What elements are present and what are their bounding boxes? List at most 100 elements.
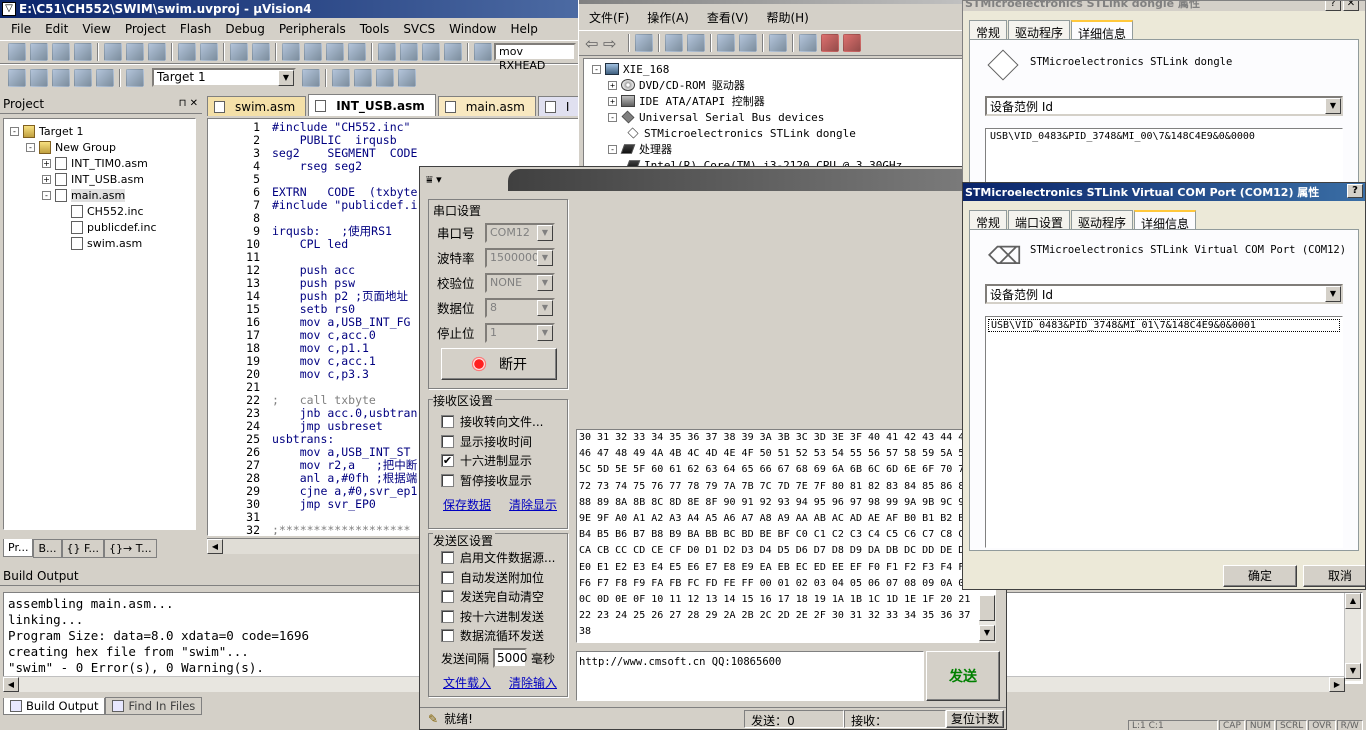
option-checkbox[interactable]: 启用文件数据源... [441,548,555,568]
editor-tab[interactable]: main.asm [437,96,536,116]
menu-edit[interactable]: Edit [38,22,75,36]
editor-tab[interactable]: I [537,96,581,116]
prop2-value[interactable]: USB\VID_0483&PID_3748&MI_01\7&148C4E9&0&… [988,319,1340,332]
option-checkbox[interactable]: 显示接收时间 [441,432,543,452]
cut-icon[interactable] [104,43,122,61]
tree-item[interactable]: swim.asm [4,235,195,251]
menu-flash[interactable]: Flash [173,22,218,36]
device-tree-item[interactable]: STMicroelectronics STLink dongle [592,125,962,141]
editor-tab[interactable]: INT_USB.asm [308,94,436,116]
scroll-down-arrow[interactable]: ▼ [979,625,995,641]
expand-icon[interactable]: + [42,174,51,184]
up-icon[interactable] [635,34,653,52]
scroll-down-arrow[interactable]: ▼ [1345,663,1361,679]
scroll-up-arrow[interactable]: ▲ [1345,593,1361,609]
panel-tab[interactable]: {} F... [61,538,105,558]
batch-build-icon[interactable] [74,68,92,87]
send-text-area[interactable]: http://www.cmsoft.cn QQ:10865600 [576,651,924,701]
option-checkbox[interactable]: 按十六进制发送 [441,607,555,627]
prop1-value-list[interactable]: USB\VID_0483&PID_3748&MI_00\7&148C4E9&0&… [985,128,1343,188]
scroll-thumb[interactable] [979,595,995,621]
panel-tab[interactable]: Pr... [3,539,34,557]
help-icon[interactable] [717,34,735,52]
comment-icon[interactable] [422,43,440,61]
collapse-icon[interactable]: - [10,126,19,136]
checkbox-icon[interactable] [441,415,454,429]
select-packs-icon[interactable] [376,68,394,87]
help-button[interactable]: ? [1325,1,1341,11]
port-field-select[interactable]: NONE ▼ [485,272,555,293]
checked-box-icon[interactable]: ✔ [441,454,454,468]
checkbox-icon[interactable] [441,551,454,565]
bookmark-clear-icon[interactable] [348,43,366,61]
scroll-right-arrow[interactable]: ▶ [1329,677,1345,692]
forward-icon[interactable]: ⇨ [603,34,625,53]
device-tree-item[interactable]: + DVD/CD-ROM 驱动器 [592,77,962,93]
disconnect-button[interactable]: 断开 [441,348,557,380]
undo-icon[interactable] [178,43,196,61]
checkbox-icon[interactable] [441,590,454,604]
build-icon[interactable] [30,68,48,87]
collapse-icon[interactable]: - [42,190,51,200]
serial-app-icon[interactable]: ⩸ ▾ [426,173,442,187]
collapse-icon[interactable]: - [608,144,617,154]
help-button[interactable]: ? [1347,184,1363,198]
save-all-icon[interactable] [74,43,92,61]
checkbox-icon[interactable] [441,434,454,448]
menu-debug[interactable]: Debug [218,22,271,36]
new-file-icon[interactable] [8,43,26,61]
nav-back-icon[interactable] [230,43,248,61]
manage-components-icon[interactable] [332,68,350,87]
tree-item[interactable]: - main.asm [4,187,195,203]
ok-button[interactable]: 确定 [1223,565,1297,587]
menu-view[interactable]: View [75,22,117,36]
copy-icon[interactable] [126,43,144,61]
expand-icon[interactable]: + [608,80,617,90]
tree-item[interactable]: - Target 1 [4,123,195,139]
prop2-value-list[interactable]: USB\VID_0483&PID_3748&MI_01\7&148C4E9&0&… [985,316,1343,548]
translate-icon[interactable] [8,68,26,87]
checkbox-icon[interactable] [441,473,454,487]
tree-item[interactable]: publicdef.inc [4,219,195,235]
bookmark-next-icon[interactable] [326,43,344,61]
menu-window[interactable]: Window [442,22,503,36]
stop-build-icon[interactable] [96,68,114,87]
close-button[interactable]: ✕ [1343,1,1359,11]
device-tree-item[interactable]: + IDE ATA/ATAPI 控制器 [592,93,962,109]
receive-vscrollbar[interactable]: ▼ [979,595,996,643]
port-field-select[interactable]: 1 ▼ [485,322,555,343]
devmgr-menu-item[interactable]: 查看(V) [707,9,749,26]
update-driver-icon[interactable] [799,34,817,52]
send-button[interactable]: 发送 [926,651,1000,701]
menu-svcs[interactable]: SVCS [396,22,442,36]
scroll-left-arrow[interactable]: ◀ [3,677,19,692]
build-output-vscrollbar[interactable]: ▲ ▼ [1344,593,1361,681]
menu-peripherals[interactable]: Peripherals [272,22,353,36]
nav-forward-icon[interactable] [252,43,270,61]
find-combo[interactable]: mov RXHEAD [494,43,576,72]
option-checkbox[interactable]: ✔ 十六进制显示 [441,451,543,471]
show-hide-icon[interactable] [739,34,757,52]
receive-text-area[interactable]: 30 31 32 33 34 35 36 37 38 39 3A 3B 3C 3… [576,429,996,643]
devmgr-menu-item[interactable]: 文件(F) [589,9,629,26]
load-icon[interactable] [126,68,144,87]
port-field-select[interactable]: 8 ▼ [485,297,555,318]
bookmark-prev-icon[interactable] [304,43,322,61]
find-in-files-icon[interactable] [474,43,492,61]
properties-icon[interactable] [665,34,683,52]
disable-icon[interactable] [843,34,861,52]
bookmark-icon[interactable] [282,43,300,61]
checkbox-icon[interactable] [441,570,454,584]
collapse-icon[interactable]: - [26,142,35,152]
expand-icon[interactable]: + [42,158,51,168]
panel-controls[interactable]: ⊓ ✕ [179,98,202,109]
cancel-button[interactable]: 取消 [1303,565,1365,587]
file-extensions-icon[interactable] [354,68,372,87]
save-icon[interactable] [52,43,70,61]
prop2-property-select[interactable]: 设备范例 Id ▼ [985,284,1343,304]
scroll-left-arrow[interactable]: ◀ [207,539,223,554]
menu-help[interactable]: Help [503,22,544,36]
back-icon[interactable]: ⇦ [585,34,603,53]
device-tree-root[interactable]: - XIE_168 [592,61,962,77]
checkbox-icon[interactable] [441,629,454,643]
